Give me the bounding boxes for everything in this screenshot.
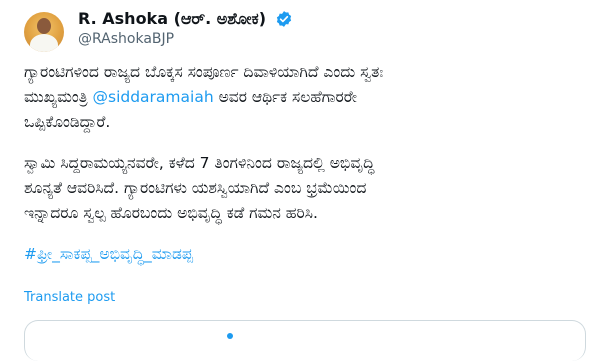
- tweet-text-segment: ಅವರ ಆರ್ಥಿಕ ಸಲಹೆಗಾರರೇ: [213, 88, 358, 106]
- avatar-face: [37, 18, 51, 34]
- tweet-header: R. Ashoka (ಆರ್. ಅಶೋಕ) @RAshokaBJP: [0, 0, 600, 60]
- hashtag-link[interactable]: #ಫ್ರೀ_ಸಾಕಪ್ಪ_ಅಭಿವೃದ್ಧಿ_ಮಾಡಪ್ಪ: [24, 242, 584, 267]
- translate-post-link[interactable]: Translate post: [24, 290, 115, 305]
- display-name[interactable]: R. Ashoka (ಆರ್. ಅಶೋಕ): [78, 9, 266, 29]
- tweet-line: ಇನ್ನಾದರೂ ಸ್ವಲ್ಪ ಹೊರಬಂದು ಅಭಿವೃದ್ಧಿ ಕಡೆ ಗಮ…: [24, 204, 318, 222]
- avatar-body: [30, 34, 58, 52]
- verified-badge-icon: [276, 11, 292, 27]
- tweet-line: ಒಪ್ಪಿಕೊಂಡಿದ್ದಾರೆ.: [24, 113, 111, 131]
- tweet-line: ಗ್ಯಾರಂಟಿಗಳಿಂದ ರಾಜ್ಯದ ಬೊಕ್ಕಸ ಸಂಪೂರ್ಣ ದಿವಾ…: [24, 63, 384, 81]
- tweet-text-segment: ಮುಖ್ಯಮಂತ್ರಿ: [24, 88, 93, 106]
- avatar[interactable]: [24, 12, 64, 52]
- user-handle[interactable]: @RAshokaBJP: [78, 31, 174, 47]
- card-indicator-icon: [227, 333, 233, 339]
- tweet-line-with-mention: ಮುಖ್ಯಮಂತ್ರಿ @siddaramaiah ಅವರ ಆರ್ಥಿಕ ಸಲಹ…: [24, 85, 584, 110]
- tweet-line: ಸ್ವಾಮಿ ಸಿದ್ದರಾಮಯ್ಯನವರೇ, ಕಳೆದ 7 ತಿಂಗಳಿನಿಂ…: [24, 154, 375, 172]
- mention-link[interactable]: @siddaramaiah: [93, 88, 214, 106]
- quoted-card[interactable]: [24, 320, 586, 361]
- tweet-body: ಗ್ಯಾರಂಟಿಗಳಿಂದ ರಾಜ್ಯದ ಬೊಕ್ಕಸ ಸಂಪೂರ್ಣ ದಿವಾ…: [24, 60, 584, 267]
- tweet-line: ಶೂನ್ಯತೆ ಆವರಿಸಿದೆ. ಗ್ಯಾರಂಟಿಗಳು ಯಶಸ್ವಿಯಾಗಿ…: [24, 179, 367, 197]
